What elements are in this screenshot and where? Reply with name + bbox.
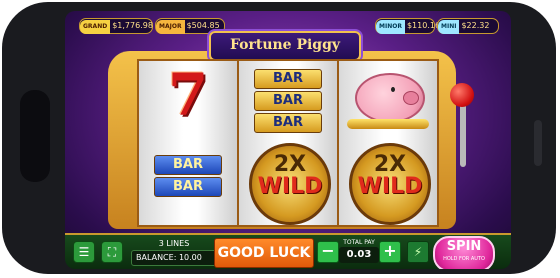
jackpot-grand: GRAND $1,776.98 bbox=[79, 18, 153, 34]
lines-display[interactable]: 3 LINES bbox=[131, 238, 217, 250]
jackpot-minor-tag: MINOR bbox=[376, 20, 405, 34]
reel-1: 7 BAR BAR bbox=[137, 59, 239, 227]
jackpot-grand-tag: GRAND bbox=[80, 20, 111, 34]
game-screen: GRAND $1,776.98 MAJOR $504.85 MINOR $110.16… bbox=[65, 11, 511, 269]
bar-stack: BAR BAR bbox=[139, 153, 237, 199]
increase-bet-button[interactable]: + bbox=[379, 241, 401, 263]
jackpot-major-value: $504.85 bbox=[186, 21, 220, 30]
status-message: GOOD LUCK bbox=[214, 238, 314, 268]
balance-value: 10.00 bbox=[178, 253, 202, 262]
wild-label: WILD bbox=[357, 174, 423, 199]
side-button bbox=[534, 120, 542, 166]
reel-3: 2X WILD bbox=[337, 59, 439, 227]
wild-symbol: 2X WILD bbox=[249, 143, 331, 225]
bar-symbol: BAR bbox=[154, 155, 222, 175]
jackpot-major-tag: MAJOR bbox=[156, 20, 185, 34]
wild-multiplier: 2X bbox=[273, 152, 307, 177]
seven-symbol: 7 bbox=[167, 61, 209, 129]
control-bar: ☰ ⛶ 3 LINES BALANCE: 10.00 GOOD LUCK − T… bbox=[65, 233, 511, 269]
decrease-bet-button[interactable]: − bbox=[317, 241, 339, 263]
lines-label: LINES bbox=[166, 239, 190, 248]
jackpot-mini-value: $22.32 bbox=[461, 21, 490, 30]
jackpot-minor-value: $110.16 bbox=[406, 21, 441, 30]
spin-label: SPIN bbox=[446, 239, 482, 254]
total-pay-value: 0.03 bbox=[339, 247, 379, 263]
lines-balance-panel: 3 LINES BALANCE: 10.00 bbox=[131, 238, 217, 268]
jackpot-grand-value: $1,776.98 bbox=[112, 21, 153, 30]
jackpot-mini: MINI $22.32 bbox=[437, 18, 499, 34]
jackpot-minor: MINOR $110.16 bbox=[375, 18, 440, 34]
camera-notch bbox=[20, 90, 50, 182]
total-pay-label: TOTAL PAY bbox=[343, 239, 375, 246]
lever-knob[interactable] bbox=[450, 83, 474, 107]
bar-symbol: BAR bbox=[254, 113, 322, 133]
wild-symbol: 2X WILD bbox=[349, 143, 431, 225]
game-title: Fortune Piggy bbox=[209, 31, 361, 61]
bar-symbol: BAR bbox=[254, 69, 322, 89]
spin-button[interactable]: SPIN HOLD FOR AUTO bbox=[433, 236, 495, 269]
bar-symbol: BAR bbox=[254, 91, 322, 111]
gold-coins bbox=[347, 119, 429, 129]
wild-multiplier: 2X bbox=[373, 152, 407, 177]
pig-snout bbox=[403, 91, 419, 105]
turbo-icon[interactable]: ⚡ bbox=[407, 241, 429, 263]
bar-stack: BAR BAR BAR bbox=[239, 67, 337, 135]
jackpot-mini-tag: MINI bbox=[438, 20, 460, 34]
balance-label: BALANCE: bbox=[136, 253, 177, 262]
pig-eye bbox=[391, 87, 395, 92]
bar-symbol: BAR bbox=[154, 177, 222, 197]
reel-2: BAR BAR BAR 2X WILD bbox=[237, 59, 339, 227]
paytable-icon[interactable]: ⛶ bbox=[101, 241, 123, 263]
wild-label: WILD bbox=[257, 174, 323, 199]
piggy-symbol bbox=[355, 73, 425, 123]
spin-hint: HOLD FOR AUTO bbox=[443, 256, 485, 262]
menu-icon[interactable]: ☰ bbox=[73, 241, 95, 263]
balance-display: BALANCE: 10.00 bbox=[131, 250, 217, 266]
phone-frame: GRAND $1,776.98 MAJOR $504.85 MINOR $110.16… bbox=[2, 2, 556, 274]
lines-value: 3 bbox=[158, 239, 164, 248]
total-pay-panel: TOTAL PAY 0.03 bbox=[339, 238, 379, 263]
